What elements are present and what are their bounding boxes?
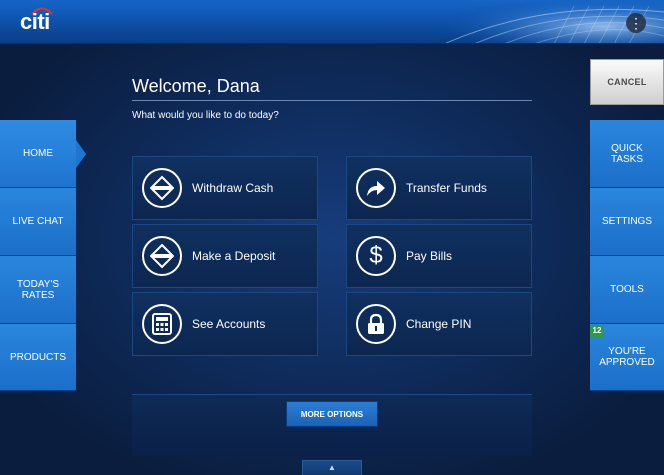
- nav-live-chat-label: LIVE CHAT: [12, 216, 64, 227]
- transfer-funds-button[interactable]: Transfer Funds: [346, 156, 532, 220]
- withdraw-cash-label: Withdraw Cash: [192, 181, 274, 195]
- more-options-label: MORE OPTIONS: [300, 409, 364, 419]
- more-vert-icon[interactable]: ⋮: [626, 13, 646, 33]
- nav-live-chat[interactable]: LIVE CHAT: [0, 188, 76, 256]
- up-down-arrows-icon: [142, 236, 182, 276]
- nav-quick-tasks[interactable]: QUICK TASKS: [590, 120, 664, 188]
- transfer-funds-label: Transfer Funds: [406, 181, 487, 195]
- page-prompt: What would you like to do today?: [132, 110, 279, 121]
- pay-bills-label: Pay Bills: [406, 249, 453, 263]
- top-bar: citi ⋮: [0, 0, 664, 44]
- page-title: Welcome, Dana: [132, 76, 260, 96]
- see-accounts-button[interactable]: See Accounts: [132, 292, 318, 356]
- change-pin-label: Change PIN: [406, 317, 472, 331]
- change-pin-button[interactable]: Change PIN: [346, 292, 532, 356]
- up-down-arrows-icon: [142, 168, 182, 208]
- citi-logo[interactable]: citi: [20, 9, 50, 35]
- make-deposit-label: Make a Deposit: [192, 249, 276, 263]
- nav-settings[interactable]: SETTINGS: [590, 188, 664, 256]
- nav-todays-rates[interactable]: TODAY'S RATES: [0, 256, 76, 324]
- nav-products[interactable]: PRODUCTS: [0, 324, 76, 391]
- nav-youre-approved-label: YOU'RE APPROVED: [599, 346, 655, 368]
- notification-badge: 12: [590, 325, 604, 337]
- nav-home[interactable]: HOME: [0, 120, 76, 188]
- cancel-label: CANCEL: [607, 77, 647, 87]
- dollar-icon: $: [356, 236, 396, 276]
- active-indicator: [76, 140, 86, 168]
- nav-products-label: PRODUCTS: [9, 351, 67, 363]
- see-accounts-label: See Accounts: [192, 317, 266, 331]
- calculator-icon: [142, 304, 182, 344]
- nav-tools-label: TOOLS: [610, 284, 644, 295]
- lock-icon: [356, 304, 396, 344]
- nav-tools[interactable]: TOOLS: [590, 256, 664, 324]
- nav-settings-label: SETTINGS: [601, 216, 652, 227]
- nav-quick-tasks-label: QUICK TASKS: [610, 142, 644, 165]
- drawer-handle[interactable]: ▲: [302, 460, 362, 475]
- forward-arrow-icon: [356, 168, 396, 208]
- title-divider: [132, 100, 532, 101]
- make-deposit-button[interactable]: Make a Deposit: [132, 224, 318, 288]
- nav-todays-rates-label: TODAY'S RATES: [16, 278, 60, 301]
- more-options-button[interactable]: MORE OPTIONS: [286, 401, 378, 427]
- pay-bills-button[interactable]: $ Pay Bills: [346, 224, 532, 288]
- withdraw-cash-button[interactable]: Withdraw Cash: [132, 156, 318, 220]
- nav-home-label: HOME: [23, 148, 53, 159]
- cancel-button[interactable]: CANCEL: [590, 59, 664, 105]
- chevron-up-icon: ▲: [328, 463, 336, 472]
